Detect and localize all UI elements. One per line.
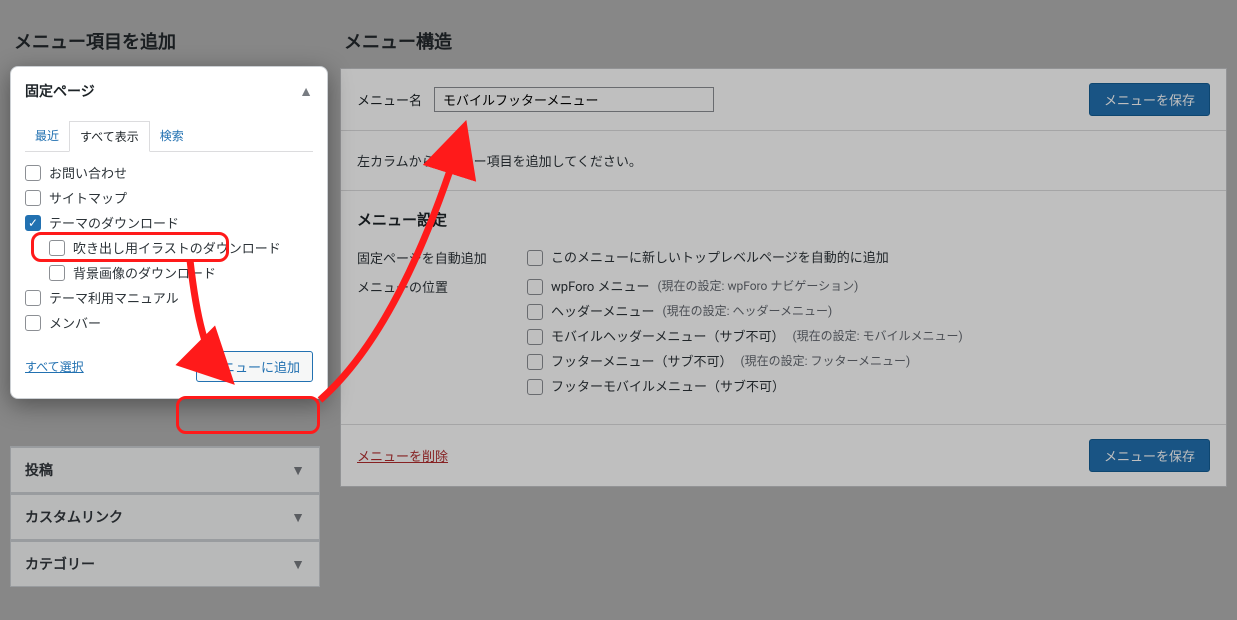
tab-all[interactable]: すべて表示 bbox=[69, 121, 150, 152]
page-checkbox-row[interactable]: 吹き出し用イラストのダウンロード bbox=[25, 235, 313, 260]
page-label: 吹き出し用イラストのダウンロード bbox=[73, 238, 281, 257]
page-label: テーマのダウンロード bbox=[49, 213, 179, 232]
page-checkbox-row[interactable]: 背景画像のダウンロード bbox=[25, 260, 313, 285]
select-all-link[interactable]: すべて選択 bbox=[25, 358, 84, 375]
checkbox-icon[interactable] bbox=[25, 190, 41, 206]
pages-panel-title: 固定ページ bbox=[25, 81, 95, 101]
page-checkbox-row[interactable]: サイトマップ bbox=[25, 185, 313, 210]
checkbox-icon[interactable] bbox=[49, 265, 65, 281]
checkbox-icon[interactable] bbox=[49, 240, 65, 256]
page-checkbox-row[interactable]: テーマのダウンロード bbox=[25, 210, 313, 235]
tab-recent[interactable]: 最近 bbox=[25, 121, 69, 151]
caret-up-icon: ▲ bbox=[299, 83, 313, 100]
page-checkbox-row[interactable]: テーマ利用マニュアル bbox=[25, 285, 313, 310]
page-checkbox-row[interactable]: お問い合わせ bbox=[25, 160, 313, 185]
page-label: サイトマップ bbox=[49, 188, 127, 207]
pages-panel: 固定ページ ▲ 最近 すべて表示 検索 お問い合わせサイトマップテーマのダウンロ… bbox=[10, 66, 328, 399]
pages-panel-header[interactable]: 固定ページ ▲ bbox=[11, 67, 327, 115]
page-label: メンバー bbox=[49, 313, 101, 332]
checkbox-icon[interactable] bbox=[25, 165, 41, 181]
checkbox-icon[interactable] bbox=[25, 315, 41, 331]
checkbox-icon[interactable] bbox=[25, 290, 41, 306]
page-checkbox-row[interactable]: メンバー bbox=[25, 310, 313, 335]
add-to-menu-button[interactable]: メニューに追加 bbox=[196, 351, 313, 382]
tab-search[interactable]: 検索 bbox=[150, 121, 194, 151]
pages-tabs: 最近 すべて表示 検索 bbox=[25, 121, 313, 152]
page-label: テーマ利用マニュアル bbox=[49, 288, 179, 307]
checkbox-icon[interactable] bbox=[25, 215, 41, 231]
page-label: お問い合わせ bbox=[49, 163, 127, 182]
pages-checkbox-list[interactable]: お問い合わせサイトマップテーマのダウンロード吹き出し用イラストのダウンロード背景… bbox=[25, 156, 313, 339]
page-label: 背景画像のダウンロード bbox=[73, 263, 216, 282]
